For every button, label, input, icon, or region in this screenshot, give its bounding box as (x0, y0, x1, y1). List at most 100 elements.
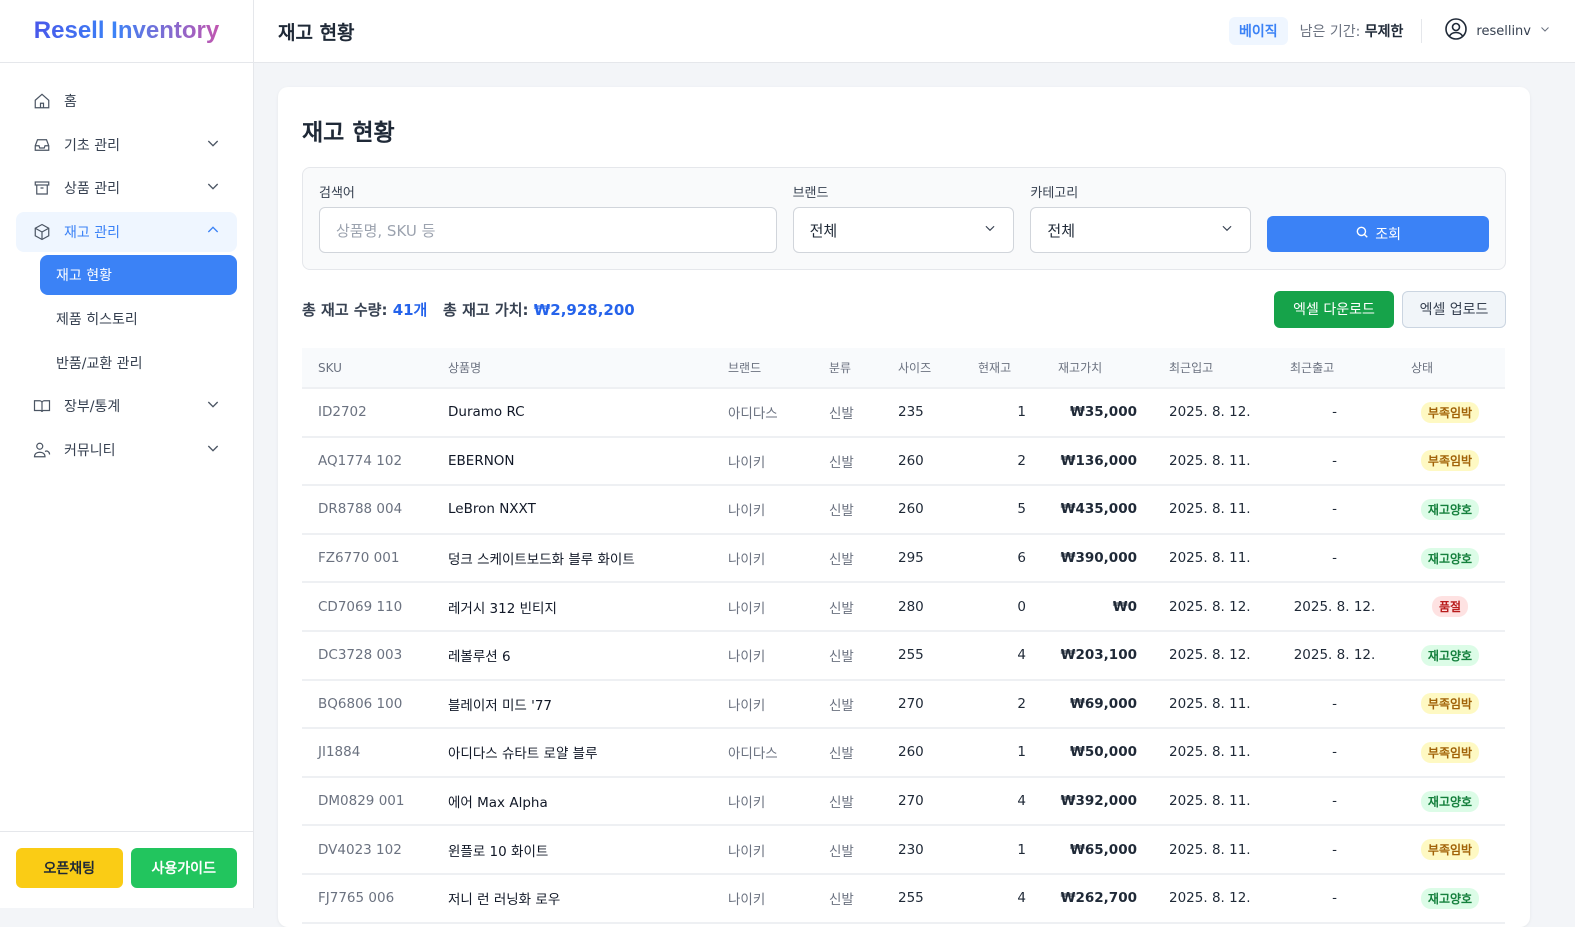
cell-value: ₩65,000 (1042, 825, 1153, 875)
cell-size: 270 (882, 679, 962, 730)
cell-status: 재고양호 (1395, 776, 1505, 827)
category-select[interactable]: 전체 (1030, 207, 1252, 253)
cell-category: 신발 (813, 582, 882, 632)
inventory-summary: 총 재고 수량: 41개 총 재고 가치: ₩2,928,200 엑셀 다운로드… (302, 270, 1506, 348)
cell-sku: DR8788 004 (302, 485, 432, 535)
search-group: 검색어 상품명, SKU 등 (319, 182, 777, 253)
cell-name: Duramo RC (432, 388, 712, 438)
column-header-sku[interactable]: SKU (302, 348, 432, 389)
table-row[interactable]: AQ1774 102 EBERNON 나이키 신발 260 2 ₩136,000 2025. … (302, 436, 1505, 487)
remaining-label: 남은 기간: (1299, 24, 1361, 40)
sidebar-item-basic[interactable]: 기초 관리 (16, 125, 237, 165)
table-row[interactable]: ID2702 Duramo RC 아디다스 신발 235 1 ₩35,000 2025. 8.… (302, 388, 1505, 438)
column-header-name[interactable]: 상품명 (432, 348, 712, 389)
cell-size: 260 (882, 436, 962, 487)
table-row[interactable]: DR8788 004 LeBron NXXT 나이키 신발 260 5 ₩435,000 20… (302, 485, 1505, 535)
cell-size: 295 (882, 533, 962, 584)
sidebar-item-products[interactable]: 상품 관리 (16, 168, 237, 208)
inventory-table: SKU 상품명 브랜드 분류 사이즈 현재고 재고가치 최근입고 최근출고 상태 ID2702 Du… (302, 348, 1505, 924)
status-badge: 품절 (1431, 596, 1469, 618)
cell-sku: FJ7765 006 (302, 873, 432, 924)
table-row[interactable]: BQ6806 100 블레이저 미드 '77 나이키 신발 270 2 ₩69,000 202… (302, 679, 1505, 730)
cell-sku: AQ1774 102 (302, 436, 432, 487)
cell-last-in: 2025. 8. 11. (1153, 436, 1274, 487)
cell-qty: 2 (962, 436, 1042, 487)
chevron-down-icon (983, 221, 997, 239)
cell-brand: 나이키 (712, 485, 813, 535)
cell-value: ₩203,100 (1042, 630, 1153, 681)
brand-group: 브랜드 전체 (792, 182, 1015, 253)
cell-size: 260 (882, 728, 962, 778)
sidebar-item-inventory[interactable]: 재고 관리 (16, 211, 237, 252)
cell-qty: 1 (962, 388, 1042, 438)
brand-select[interactable]: 전체 (792, 207, 1015, 253)
column-header-category[interactable]: 분류 (813, 348, 882, 389)
column-header-value[interactable]: 재고가치 (1042, 348, 1153, 389)
category-label: 카테고리 (1030, 186, 1079, 201)
cell-name: 저니 런 러닝화 로우 (432, 873, 712, 924)
open-chat-button[interactable]: 오픈채팅 (16, 848, 123, 888)
chevron-down-icon (205, 440, 221, 460)
table-row[interactable]: CD7069 110 레거시 312 빈티지 나이키 신발 280 0 ₩0 2025. 8.… (302, 582, 1505, 632)
cell-brand: 나이키 (712, 873, 813, 924)
page-title: 재고 현황 (302, 120, 395, 146)
cell-name: 덩크 스케이트보드화 블루 화이트 (432, 533, 712, 584)
cell-sku: ID2702 (302, 388, 432, 438)
column-header-last-in[interactable]: 최근입고 (1153, 348, 1274, 389)
cell-value: ₩35,000 (1042, 388, 1153, 438)
status-badge: 부족임박 (1420, 401, 1480, 423)
user-menu[interactable]: resellinv (1444, 17, 1551, 45)
cell-last-out: - (1274, 728, 1395, 778)
cell-brand: 나이키 (712, 533, 813, 584)
sidebar-item-community[interactable]: 커뮤니티 (16, 430, 237, 470)
cell-last-in: 2025. 8. 12. (1153, 388, 1274, 438)
cell-value: ₩0 (1042, 582, 1153, 632)
sidebar-subitem-stock-status[interactable]: 재고 현황 (40, 255, 237, 296)
cell-name: 윈플로 10 화이트 (432, 825, 712, 875)
cell-last-out: - (1274, 873, 1395, 924)
table-row[interactable]: DC3728 003 레볼루션 6 나이키 신발 255 4 ₩203,100 2025. 8… (302, 630, 1505, 681)
column-header-status[interactable]: 상태 (1395, 348, 1505, 389)
search-input[interactable]: 상품명, SKU 등 (319, 207, 777, 253)
column-header-size[interactable]: 사이즈 (882, 348, 962, 389)
search-button[interactable]: 조회 (1267, 216, 1489, 252)
sidebar-item-ledger[interactable]: 장부/통계 (16, 386, 237, 426)
cell-sku: JI1884 (302, 728, 432, 778)
cell-sku: DV4023 102 (302, 825, 432, 875)
cell-size: 235 (882, 388, 962, 438)
chevron-down-icon (205, 135, 221, 155)
column-header-last-out[interactable]: 최근출고 (1274, 348, 1395, 389)
status-badge: 부족임박 (1420, 839, 1480, 861)
cell-category: 신발 (813, 533, 882, 584)
user-avatar-icon (1444, 17, 1468, 45)
table-header: SKU 상품명 브랜드 분류 사이즈 현재고 재고가치 최근입고 최근출고 상태 (302, 348, 1505, 389)
cell-category: 신발 (813, 630, 882, 681)
filter-panel: 검색어 상품명, SKU 등 브랜드 전체 카테고리 전체 조회 (302, 167, 1506, 270)
table-row[interactable]: DV4023 102 윈플로 10 화이트 나이키 신발 230 1 ₩65,000 2025… (302, 825, 1505, 875)
status-badge: 부족임박 (1420, 741, 1480, 763)
status-badge: 재고양호 (1420, 790, 1480, 812)
user-guide-button[interactable]: 사용가이드 (130, 848, 237, 888)
cell-status: 재고양호 (1395, 485, 1505, 535)
status-badge: 재고양호 (1420, 547, 1480, 569)
cell-category: 신발 (813, 436, 882, 487)
cell-status: 재고양호 (1395, 533, 1505, 584)
app-logo[interactable]: Resell Inventory (0, 0, 253, 63)
total-qty-label: 총 재고 수량: (302, 300, 388, 319)
table-row[interactable]: DM0829 001 에어 Max Alpha 나이키 신발 270 4 ₩392,000 2… (302, 776, 1505, 827)
column-header-qty[interactable]: 현재고 (962, 348, 1042, 389)
table-row[interactable]: JI1884 아디다스 슈타트 로얄 블루 아디다스 신발 260 1 ₩50,000 202… (302, 728, 1505, 778)
excel-upload-button[interactable]: 엑셀 업로드 (1402, 290, 1506, 328)
excel-download-button[interactable]: 엑셀 다운로드 (1274, 290, 1394, 328)
sidebar-subitem-product-history[interactable]: 제품 히스토리 (40, 299, 237, 339)
cell-last-in: 2025. 8. 12. (1153, 582, 1274, 632)
sidebar-item-home[interactable]: 홈 (16, 81, 237, 121)
chevron-down-icon (1220, 221, 1234, 239)
remaining-period: 남은 기간: 무제한 (1300, 21, 1404, 41)
column-header-brand[interactable]: 브랜드 (712, 348, 813, 389)
table-row[interactable]: FZ6770 001 덩크 스케이트보드화 블루 화이트 나이키 신발 295 6 ₩390… (302, 533, 1505, 584)
sidebar-subitem-returns[interactable]: 반품/교환 관리 (40, 343, 237, 383)
table-row[interactable]: FJ7765 006 저니 런 러닝화 로우 나이키 신발 255 4 ₩262,700 20… (302, 873, 1505, 924)
sidebar-item-label: 재고 관리 (64, 224, 120, 241)
cell-last-in: 2025. 8. 12. (1153, 630, 1274, 681)
